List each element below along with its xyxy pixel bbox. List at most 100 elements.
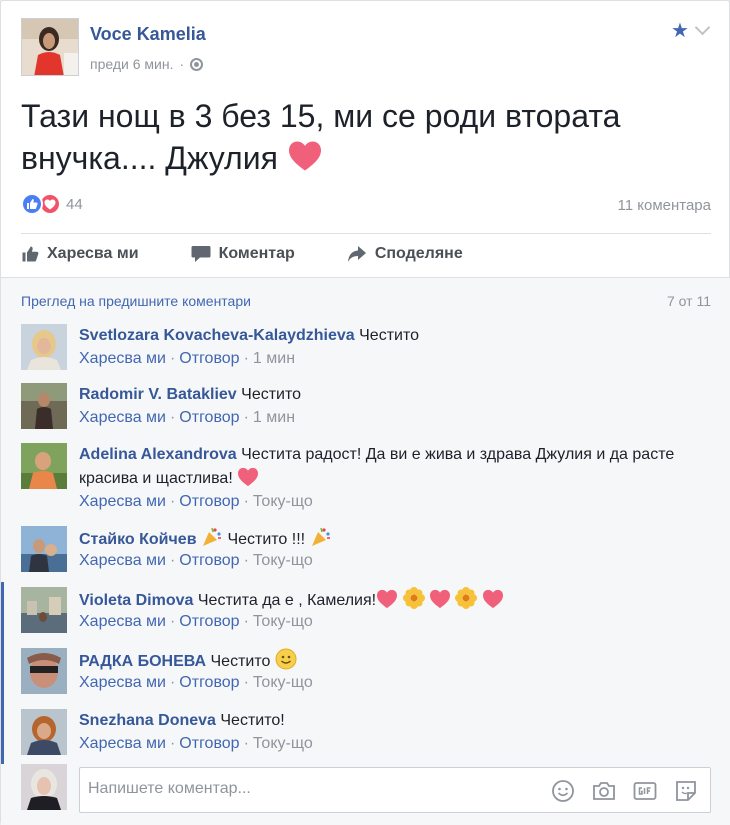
- comment-composer: [21, 764, 711, 816]
- post-timestamp[interactable]: преди 6 мин.: [90, 56, 173, 72]
- comment-pager: 7 от 11: [667, 293, 711, 309]
- view-previous-comments-link[interactable]: Преглед на предишните коментари: [21, 293, 251, 309]
- comment-reply-link[interactable]: Отговор: [179, 493, 239, 510]
- like-reaction-icon: [21, 193, 43, 215]
- comment-like-link[interactable]: Харесва ми: [79, 674, 166, 691]
- comment-button-label: Коментар: [218, 245, 295, 262]
- comment-actions: Харесва ми · Отговор · Току-що: [79, 674, 313, 692]
- comment-reply-link[interactable]: Отговор: [179, 552, 239, 569]
- star-icon[interactable]: ★: [671, 18, 689, 43]
- comment-time[interactable]: Току-що: [253, 613, 313, 630]
- separator-dot: ·: [169, 735, 176, 752]
- commenter-name[interactable]: Стайко Койчев: [79, 531, 197, 548]
- separator-dot: ·: [243, 613, 249, 630]
- comment-text: Честито: [359, 327, 420, 344]
- current-user-avatar[interactable]: [21, 764, 67, 810]
- comment-like-link[interactable]: Харесва ми: [79, 409, 166, 426]
- commenter-name[interactable]: Violeta Dimova: [79, 592, 193, 609]
- post-actions: Харесва ми Коментар Споделяне: [21, 241, 711, 267]
- post-author-name[interactable]: Voce Kamelia: [90, 24, 206, 45]
- commenter-avatar[interactable]: [21, 648, 67, 694]
- comment-body: Svetlozara Kovacheva-Kalaydzhieva Честит…: [79, 324, 709, 348]
- new-comments-indicator: [1, 582, 4, 764]
- commenter-name[interactable]: РАДКА БОНЕВА: [79, 653, 206, 670]
- comment-body: Radomir V. Batakliev Честито: [79, 383, 709, 407]
- like-button[interactable]: Харесва ми: [21, 241, 139, 267]
- comment-actions: Харесва ми · Отговор · Току-що: [79, 493, 313, 511]
- commenter-avatar[interactable]: [21, 526, 67, 572]
- separator-dot: ·: [169, 409, 176, 426]
- commenter-name[interactable]: Adelina Alexandrova: [79, 446, 237, 463]
- post-meta: преди 6 мин. ·: [90, 56, 204, 72]
- comment-reply-link[interactable]: Отговор: [179, 409, 239, 426]
- comment-reply-link[interactable]: Отговор: [179, 350, 239, 367]
- reaction-count: 44: [66, 195, 83, 213]
- comment-like-link[interactable]: Харесва ми: [79, 552, 166, 569]
- gif-icon[interactable]: [633, 779, 657, 803]
- comment-time[interactable]: 1 мин: [253, 350, 295, 367]
- comment-reply-link[interactable]: Отговор: [179, 735, 239, 752]
- comment-count-link[interactable]: 11 коментара: [618, 197, 711, 214]
- comment-actions: Харесва ми · Отговор · Току-що: [79, 735, 313, 753]
- chevron-down-icon[interactable]: [694, 19, 711, 36]
- like-button-label: Харесва ми: [47, 245, 139, 262]
- divider: [21, 233, 711, 234]
- thumbs-up-icon: [22, 246, 39, 262]
- separator-dot: ·: [243, 552, 249, 569]
- comment-time[interactable]: Току-що: [253, 493, 313, 510]
- share-button-label: Споделяне: [374, 245, 463, 262]
- flower-emoji-icon: [402, 587, 425, 617]
- commenter-name[interactable]: Snezhana Doneva: [79, 712, 216, 729]
- separator-dot: ·: [243, 674, 249, 691]
- heart-emoji-icon: [287, 140, 323, 182]
- commenter-avatar[interactable]: [21, 587, 67, 633]
- comment-body: Adelina Alexandrova Честита радост! Да в…: [79, 443, 709, 495]
- separator-dot: ·: [243, 350, 249, 367]
- globe-icon: [190, 57, 204, 71]
- heart-emoji-icon: [237, 467, 259, 495]
- commenter-avatar[interactable]: [21, 324, 67, 370]
- comment-like-link[interactable]: Харесва ми: [79, 613, 166, 630]
- comment-time[interactable]: 1 мин: [253, 409, 295, 426]
- comment-input[interactable]: [88, 780, 528, 798]
- comment-like-link[interactable]: Харесва ми: [79, 350, 166, 367]
- separator-dot: ·: [243, 735, 249, 752]
- comment-actions: Харесва ми · Отговор · Току-що: [79, 552, 313, 570]
- comment-text: Честито: [210, 653, 271, 670]
- separator-dot: ·: [169, 613, 176, 630]
- post-text: Тази нощ в 3 без 15, ми се роди втората …: [21, 95, 711, 182]
- commenter-name[interactable]: Svetlozara Kovacheva-Kalaydzhieva: [79, 327, 355, 344]
- comment-bubble-icon: [191, 246, 211, 262]
- comment-time[interactable]: Току-що: [253, 552, 313, 569]
- commenter-avatar[interactable]: [21, 709, 67, 755]
- separator-dot: ·: [169, 674, 176, 691]
- composer-tools: [551, 779, 698, 803]
- commenter-avatar[interactable]: [21, 443, 67, 489]
- comment-reply-link[interactable]: Отговор: [179, 674, 239, 691]
- comment-reply-link[interactable]: Отговор: [179, 613, 239, 630]
- separator-dot: ·: [169, 493, 176, 510]
- comment-button[interactable]: Коментар: [191, 241, 295, 267]
- commenter-name[interactable]: Radomir V. Batakliev: [79, 386, 237, 403]
- share-button[interactable]: Споделяне: [347, 241, 463, 267]
- emoji-icon[interactable]: [551, 779, 575, 803]
- comments-section: Преглед на предишните коментари 7 от 11 …: [1, 277, 730, 825]
- flower-emoji-icon: [455, 587, 478, 617]
- comment-time[interactable]: Току-що: [253, 674, 313, 691]
- heart-emoji-icon: [482, 589, 504, 617]
- comment-input-box[interactable]: [79, 767, 711, 813]
- reaction-summary[interactable]: 44: [21, 193, 83, 215]
- comment-body: Snezhana Doneva Честито!: [79, 709, 709, 733]
- sticker-icon[interactable]: [674, 779, 698, 803]
- share-arrow-icon: [347, 246, 366, 262]
- meta-separator: ·: [179, 56, 185, 72]
- separator-dot: ·: [169, 552, 176, 569]
- commenter-avatar[interactable]: [21, 383, 67, 429]
- comment-text: Честито!: [220, 712, 285, 729]
- author-avatar[interactable]: [21, 18, 79, 76]
- comment-like-link[interactable]: Харесва ми: [79, 493, 166, 510]
- comment-like-link[interactable]: Харесва ми: [79, 735, 166, 752]
- post-card: Voce Kamelia преди 6 мин. · ★ Тази нощ в…: [0, 0, 730, 825]
- comment-time[interactable]: Току-що: [253, 735, 313, 752]
- camera-icon[interactable]: [592, 779, 616, 803]
